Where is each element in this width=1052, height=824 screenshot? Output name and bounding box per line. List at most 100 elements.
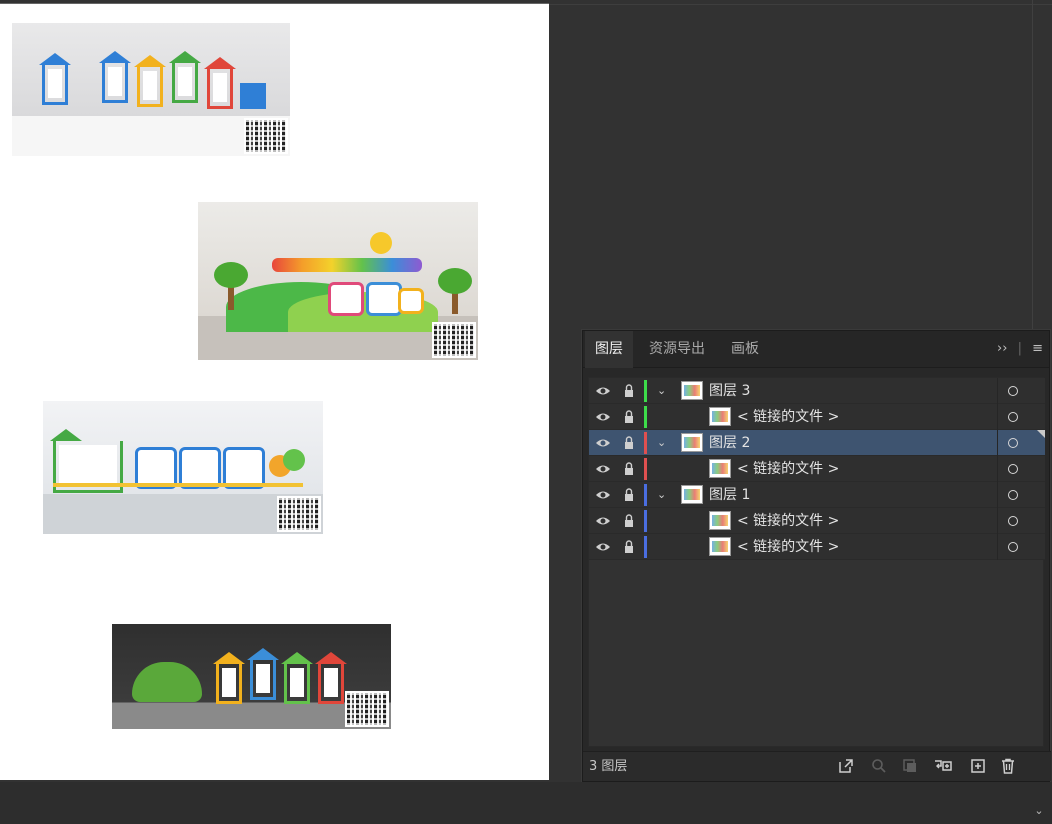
- display-board: [398, 288, 424, 314]
- house-shape: [315, 652, 347, 704]
- target-circle-icon[interactable]: [1008, 542, 1018, 552]
- artwork-image-1[interactable]: [12, 23, 290, 156]
- chevron-down-icon[interactable]: ⌄: [657, 378, 669, 404]
- display-board: [328, 282, 364, 316]
- hamburger-icon[interactable]: ≡: [1032, 341, 1043, 356]
- lock-icon[interactable]: [623, 456, 637, 482]
- artwork-image-4[interactable]: [112, 624, 391, 729]
- eye-icon[interactable]: [595, 404, 613, 430]
- new-layer-icon[interactable]: [969, 757, 987, 775]
- expand-icon[interactable]: ››: [997, 341, 1007, 356]
- layer-thumbnail: [709, 511, 731, 530]
- layer-color-bar: [644, 510, 647, 532]
- qr-code: [244, 118, 288, 154]
- lock-icon[interactable]: [623, 378, 637, 404]
- target-circle-icon[interactable]: [1008, 386, 1018, 396]
- export-icon[interactable]: [837, 757, 855, 775]
- layer-name[interactable]: 图层 3: [709, 378, 750, 404]
- target-circle-icon[interactable]: [1008, 412, 1018, 422]
- layers-panel[interactable]: 图层 资源导出 画板 ›› | ≡ ⌄ 图层 3 < 链接的文件 > ⌄ 图层 …: [582, 330, 1051, 787]
- house-shape: [281, 652, 313, 704]
- target-circle-icon[interactable]: [1008, 438, 1018, 448]
- lock-icon[interactable]: [623, 534, 637, 560]
- eye-icon[interactable]: [595, 456, 613, 482]
- layer-row-selected[interactable]: ⌄ 图层 2: [589, 430, 1045, 456]
- display-board: [366, 282, 402, 316]
- lock-icon[interactable]: [623, 404, 637, 430]
- layer-name[interactable]: < 链接的文件 >: [737, 456, 839, 482]
- house-shape: [213, 652, 245, 704]
- column-divider: [997, 378, 998, 404]
- artwork-image-3[interactable]: [43, 401, 323, 534]
- target-circle-icon[interactable]: [1008, 490, 1018, 500]
- layer-row[interactable]: < 链接的文件 >: [589, 534, 1045, 560]
- target-circle-icon[interactable]: [1008, 516, 1018, 526]
- eye-icon[interactable]: [595, 482, 613, 508]
- layer-name[interactable]: 图层 1: [709, 482, 750, 508]
- chevron-down-icon[interactable]: ⌄: [657, 482, 669, 508]
- house-shape: [247, 648, 279, 700]
- clip-mask-icon[interactable]: [901, 757, 919, 775]
- house-shape: [134, 55, 166, 107]
- panel-tabs: 图层 资源导出 画板 ›› | ≡: [583, 331, 1049, 368]
- eye-icon[interactable]: [595, 508, 613, 534]
- qr-code: [345, 691, 389, 727]
- search-icon[interactable]: [870, 757, 888, 775]
- bottom-status-bar: ⌄: [0, 782, 1052, 824]
- house-shape: [39, 53, 71, 105]
- sun-shape: [370, 232, 392, 254]
- layer-thumbnail: [681, 485, 703, 504]
- lock-icon[interactable]: [623, 482, 637, 508]
- column-divider: [997, 456, 998, 482]
- tree-shape: [438, 268, 472, 294]
- tab-layers[interactable]: 图层: [585, 331, 633, 368]
- layer-color-bar: [644, 458, 647, 480]
- layer-color-bar: [644, 536, 647, 558]
- layer-name[interactable]: < 链接的文件 >: [737, 404, 839, 430]
- column-divider: [997, 430, 998, 456]
- canvas-top-border: [549, 4, 1052, 5]
- selection-indicator: [1037, 430, 1045, 438]
- layer-name[interactable]: < 链接的文件 >: [737, 534, 839, 560]
- layer-name[interactable]: < 链接的文件 >: [737, 508, 839, 534]
- tab-artboards[interactable]: 画板: [721, 331, 769, 368]
- target-circle-icon[interactable]: [1008, 464, 1018, 474]
- layer-row[interactable]: < 链接的文件 >: [589, 404, 1045, 430]
- column-divider: [997, 482, 998, 508]
- new-sublayer-icon[interactable]: [933, 757, 952, 775]
- building-shape: [240, 83, 266, 109]
- layer-name[interactable]: 图层 2: [709, 430, 750, 456]
- tree-shape: [214, 262, 248, 288]
- lock-icon[interactable]: [623, 430, 637, 456]
- layer-row[interactable]: < 链接的文件 >: [589, 508, 1045, 534]
- trash-icon[interactable]: [999, 757, 1017, 775]
- layer-thumbnail: [681, 433, 703, 452]
- layer-list[interactable]: ⌄ 图层 3 < 链接的文件 > ⌄ 图层 2 < 链接的文件 > ⌄ 图层 1…: [588, 377, 1045, 747]
- layer-row[interactable]: ⌄ 图层 1: [589, 482, 1045, 508]
- layer-count: 3 图层: [589, 759, 628, 774]
- panel-footer: 3 图层: [583, 751, 1051, 787]
- artwork-image-2[interactable]: [198, 202, 478, 360]
- layer-thumbnail: [681, 381, 703, 400]
- lock-icon[interactable]: [623, 508, 637, 534]
- stripe: [53, 483, 303, 487]
- layer-thumbnail: [709, 407, 731, 426]
- tab-asset-export[interactable]: 资源导出: [639, 331, 715, 368]
- eye-icon[interactable]: [595, 430, 613, 456]
- chevron-down-icon[interactable]: ⌄: [1032, 804, 1046, 818]
- layer-thumbnail: [709, 537, 731, 556]
- layer-row[interactable]: < 链接的文件 >: [589, 456, 1045, 482]
- artboard[interactable]: [0, 3, 549, 780]
- column-divider: [997, 404, 998, 430]
- chevron-down-icon[interactable]: ⌄: [657, 430, 669, 456]
- layer-thumbnail: [709, 459, 731, 478]
- layer-row[interactable]: ⌄ 图层 3: [589, 378, 1045, 404]
- eye-icon[interactable]: [595, 378, 613, 404]
- menu-separator: |: [1017, 341, 1022, 356]
- layer-color-bar: [644, 380, 647, 402]
- qr-code: [277, 496, 321, 532]
- column-divider: [997, 508, 998, 534]
- rainbow-title-strip: [272, 258, 422, 272]
- eye-icon[interactable]: [595, 534, 613, 560]
- qr-code: [432, 322, 476, 358]
